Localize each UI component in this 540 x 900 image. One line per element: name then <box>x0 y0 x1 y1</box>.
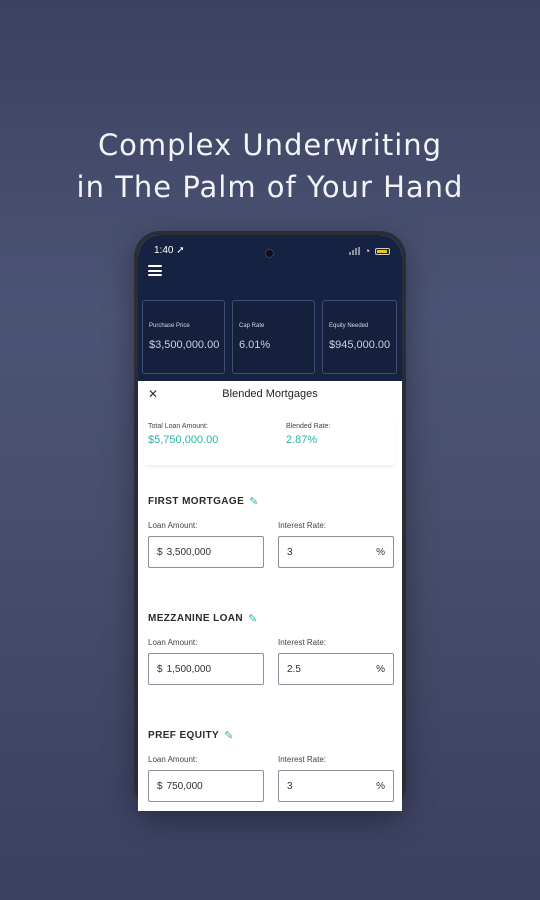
metric-cards: Purchase Price $3,500,000.00 Cap Rate 6.… <box>142 300 397 374</box>
headline-line-1: Complex Underwriting <box>97 128 443 162</box>
loan-amount-value: 3,500,000 <box>166 546 212 558</box>
loan-title: FIRST MORTGAGE <box>148 496 245 507</box>
camera-icon <box>265 249 274 258</box>
blended-rate: Blended Rate: 2.87% <box>286 423 330 446</box>
currency-prefix: $ <box>157 663 163 675</box>
metric-card-equity-needed: Equity Needed $945,000.00 <box>322 300 397 374</box>
metric-label: Purchase Price <box>149 323 190 329</box>
pencil-icon[interactable]: ✎ <box>249 495 259 508</box>
loan-amount-label: Loan Amount: <box>148 638 198 647</box>
pencil-icon[interactable]: ✎ <box>248 612 258 625</box>
loan-section-pref-equity: PREF EQUITY ✎ Loan Amount: $750,000 Inte… <box>148 729 394 802</box>
loan-amount-label: Loan Amount: <box>148 755 198 764</box>
loan-amount-value: 750,000 <box>166 780 203 792</box>
status-icons: ◔ <box>348 246 390 256</box>
blended-rate-label: Blended Rate: <box>286 423 331 430</box>
pencil-icon[interactable]: ✎ <box>224 729 234 742</box>
total-loan-label: Total Loan Amount: <box>148 423 208 430</box>
interest-rate-input[interactable]: 3 % <box>278 770 394 802</box>
loan-summary: Total Loan Amount: $5,750,000.00 Blended… <box>144 411 396 465</box>
section-title: MEZZANINE LOAN ✎ <box>148 612 394 625</box>
loan-fields: Loan Amount: $1,500,000 Interest Rate: 2… <box>148 638 394 685</box>
total-loan-amount: Total Loan Amount: $5,750,000.00 <box>148 423 218 446</box>
loan-title: MEZZANINE LOAN <box>148 613 244 624</box>
percent-suffix: % <box>376 546 385 558</box>
loan-amount-input[interactable]: $3,500,000 <box>148 536 264 568</box>
loan-amount-field: Loan Amount: $1,500,000 <box>148 638 264 685</box>
status-bar: 1:40 ➚ ◔ <box>138 244 402 260</box>
interest-rate-field: Interest Rate: 2.5 % <box>278 638 394 685</box>
interest-rate-label: Interest Rate: <box>278 521 327 530</box>
loan-amount-label: Loan Amount: <box>148 521 198 530</box>
signal-icon <box>348 247 360 255</box>
metric-card-purchase-price: Purchase Price $3,500,000.00 <box>142 300 225 374</box>
headline-line-2: in The Palm of Your Hand <box>76 170 464 204</box>
status-time: 1:40 ➚ <box>154 245 185 256</box>
metric-label: Equity Needed <box>329 323 369 329</box>
phone-screen: 1:40 ➚ ◔ Purchase Price $3,500,000.00 Ca… <box>138 235 402 811</box>
metric-value: $945,000.00 <box>329 339 391 351</box>
loan-amount-field: Loan Amount: $750,000 <box>148 755 264 802</box>
sheet-title: Blended Mortgages <box>222 388 318 400</box>
interest-rate-field: Interest Rate: 3 % <box>278 521 394 568</box>
interest-rate-value: 3 <box>287 780 293 792</box>
interest-rate-input[interactable]: 3 % <box>278 536 394 568</box>
total-loan-value: $5,750,000.00 <box>148 434 219 446</box>
loan-amount-value: 1,500,000 <box>166 663 212 675</box>
interest-rate-value: 2.5 <box>287 663 301 675</box>
wifi-icon: ◔ <box>364 246 370 256</box>
headline: Complex Underwriting in The Palm of Your… <box>0 124 540 208</box>
loan-section-mezzanine-loan: MEZZANINE LOAN ✎ Loan Amount: $1,500,000… <box>148 612 394 685</box>
loan-amount-input[interactable]: $1,500,000 <box>148 653 264 685</box>
loan-fields: Loan Amount: $750,000 Interest Rate: 3 % <box>148 755 394 802</box>
loan-section-first-mortgage: FIRST MORTGAGE ✎ Loan Amount: $3,500,000… <box>148 495 394 568</box>
percent-suffix: % <box>376 663 385 675</box>
blended-rate-value: 2.87% <box>286 434 318 446</box>
loan-amount-field: Loan Amount: $3,500,000 <box>148 521 264 568</box>
section-title: FIRST MORTGAGE ✎ <box>148 495 394 508</box>
blended-mortgages-sheet: ✕ Blended Mortgages Total Loan Amount: $… <box>138 381 402 811</box>
interest-rate-label: Interest Rate: <box>278 755 327 764</box>
section-title: PREF EQUITY ✎ <box>148 729 394 742</box>
interest-rate-value: 3 <box>287 546 293 558</box>
loan-title: PREF EQUITY <box>148 730 220 741</box>
sheet-header: ✕ Blended Mortgages <box>138 381 402 411</box>
currency-prefix: $ <box>157 546 163 558</box>
metric-value: 6.01% <box>239 339 271 351</box>
interest-rate-input[interactable]: 2.5 % <box>278 653 394 685</box>
metric-value: $3,500,000.00 <box>149 339 220 351</box>
percent-suffix: % <box>376 780 385 792</box>
interest-rate-field: Interest Rate: 3 % <box>278 755 394 802</box>
metric-label: Cap Rate <box>239 323 265 329</box>
metric-card-cap-rate: Cap Rate 6.01% <box>232 300 315 374</box>
app-header: 1:40 ➚ ◔ Purchase Price $3,500,000.00 Ca… <box>138 235 402 381</box>
interest-rate-label: Interest Rate: <box>278 638 327 647</box>
currency-prefix: $ <box>157 780 163 792</box>
menu-icon[interactable] <box>148 265 162 276</box>
battery-icon <box>375 247 390 255</box>
phone-frame: 1:40 ➚ ◔ Purchase Price $3,500,000.00 Ca… <box>134 231 406 811</box>
loan-amount-input[interactable]: $750,000 <box>148 770 264 802</box>
loan-fields: Loan Amount: $3,500,000 Interest Rate: 3… <box>148 521 394 568</box>
